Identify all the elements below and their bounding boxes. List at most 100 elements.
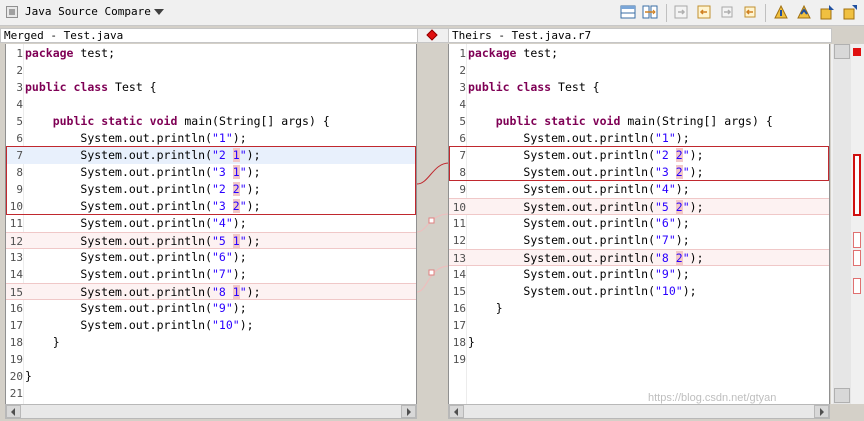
overview-change-marker[interactable] <box>853 278 861 294</box>
previous-change-icon[interactable] <box>842 4 859 21</box>
code-line[interactable]: 7 System.out.println("2 2"); <box>449 147 829 164</box>
code-line[interactable]: 10 System.out.println("5 2"); <box>449 198 829 215</box>
line-number: 11 <box>9 217 23 230</box>
line-number: 4 <box>16 98 23 111</box>
code-line[interactable]: 5 public static void main(String[] args)… <box>449 113 829 130</box>
overview-change-marker[interactable] <box>853 250 861 266</box>
next-difference-icon[interactable] <box>773 4 790 21</box>
code-line[interactable]: 15 System.out.println("8 1"); <box>6 283 416 300</box>
scroll-right-button[interactable] <box>401 405 416 418</box>
copy-all-right-to-left-icon[interactable] <box>696 4 713 21</box>
code-line[interactable]: 14 System.out.println("7"); <box>6 266 416 283</box>
scroll-up-button[interactable] <box>834 44 850 59</box>
line-number: 1 <box>16 47 23 60</box>
merged-pane-header: Merged - Test.java <box>0 28 418 43</box>
code-text: System.out.println("3 2"); <box>523 165 704 179</box>
line-number: 6 <box>16 132 23 145</box>
scroll-down-button[interactable] <box>834 388 850 403</box>
code-line[interactable]: 8 System.out.println("3 2"); <box>449 164 829 181</box>
line-number: 15 <box>452 285 466 298</box>
code-text: System.out.println("6"); <box>523 216 690 230</box>
line-number: 19 <box>9 353 23 366</box>
code-text: public class Test { <box>468 80 600 94</box>
code-line[interactable]: 10 System.out.println("3 2"); <box>6 198 416 215</box>
vertical-scrollbar[interactable] <box>831 44 864 404</box>
code-text: System.out.println("3 1"); <box>80 165 261 179</box>
code-line[interactable]: 13 System.out.println("8 2"); <box>449 249 829 266</box>
next-change-icon[interactable] <box>819 4 836 21</box>
theirs-horizontal-scrollbar[interactable] <box>448 404 830 419</box>
code-line[interactable]: 2 <box>449 62 829 79</box>
code-text: System.out.println("3 2"); <box>80 199 261 213</box>
merged-editor[interactable]: 1 package test; 2 3 public class Test {4 5 pu… <box>5 44 417 404</box>
line-number: 6 <box>459 132 466 145</box>
swap-sides-icon[interactable] <box>642 4 659 21</box>
code-line[interactable]: 9 System.out.println("2 2"); <box>6 181 416 198</box>
scroll-track[interactable] <box>833 44 851 404</box>
code-line[interactable]: 5 public static void main(String[] args)… <box>6 113 416 130</box>
code-text: System.out.println("4"); <box>523 182 690 196</box>
line-number: 16 <box>9 302 23 315</box>
code-line[interactable]: 19 <box>449 351 829 368</box>
copy-left-to-right-icon[interactable] <box>719 4 736 21</box>
overview-change-marker[interactable] <box>853 232 861 248</box>
line-number: 3 <box>16 81 23 94</box>
code-text: System.out.println("4"); <box>80 216 247 230</box>
chevron-down-icon[interactable] <box>154 9 164 15</box>
code-text: System.out.println("2 2"); <box>80 182 261 196</box>
code-line[interactable]: 12 System.out.println("7"); <box>449 232 829 249</box>
code-line[interactable]: 18 } <box>6 334 416 351</box>
theirs-editor[interactable]: 1 package test; 2 3 public class Test {4 5 pu… <box>448 44 830 404</box>
code-text: } <box>25 335 60 349</box>
code-line[interactable]: 12 System.out.println("5 1"); <box>6 232 416 249</box>
code-line[interactable]: 1 package test; <box>6 45 416 62</box>
merged-horizontal-scrollbar[interactable] <box>5 404 417 419</box>
code-line[interactable]: 4 <box>449 96 829 113</box>
code-line[interactable]: 19 <box>6 351 416 368</box>
code-line[interactable]: 15 System.out.println("10"); <box>449 283 829 300</box>
line-number: 16 <box>452 302 466 315</box>
copy-all-left-to-right-icon[interactable] <box>673 4 690 21</box>
code-line[interactable]: 6 System.out.println("1"); <box>449 130 829 147</box>
toolbar-separator <box>765 4 766 22</box>
line-number: 12 <box>452 234 466 247</box>
code-line[interactable]: 16 } <box>449 300 829 317</box>
code-line[interactable]: 21 <box>6 385 416 402</box>
line-number: 10 <box>452 201 466 214</box>
code-line[interactable]: 18} <box>449 334 829 351</box>
scroll-left-button[interactable] <box>449 405 464 418</box>
code-line[interactable]: 11 System.out.println("6"); <box>449 215 829 232</box>
scroll-left-button[interactable] <box>6 405 21 418</box>
theirs-pane-header: Theirs - Test.java.r7 <box>448 28 832 43</box>
code-line[interactable]: 16 System.out.println("9"); <box>6 300 416 317</box>
code-line[interactable]: 6 System.out.println("1"); <box>6 130 416 147</box>
line-number: 9 <box>16 183 23 196</box>
code-line[interactable]: 17 <box>449 317 829 334</box>
scroll-right-button[interactable] <box>814 405 829 418</box>
line-number: 15 <box>9 286 23 299</box>
code-line[interactable]: 3 public class Test { <box>449 79 829 96</box>
line-number: 13 <box>9 251 23 264</box>
code-line[interactable]: 8 System.out.println("3 1"); <box>6 164 416 181</box>
code-line[interactable]: 9 System.out.println("4"); <box>449 181 829 198</box>
code-text: System.out.println("2 2"); <box>523 148 704 162</box>
copy-right-to-left-icon[interactable] <box>742 4 759 21</box>
line-number: 14 <box>9 268 23 281</box>
code-line[interactable]: 4 <box>6 96 416 113</box>
code-line[interactable]: 13 System.out.println("6"); <box>6 249 416 266</box>
code-line[interactable]: 1 package test; <box>449 45 829 62</box>
layout-icon[interactable] <box>620 4 637 21</box>
overview-change-marker[interactable] <box>853 154 861 216</box>
code-line[interactable]: 11 System.out.println("4"); <box>6 215 416 232</box>
code-line[interactable]: 3 public class Test { <box>6 79 416 96</box>
code-line[interactable]: 17 System.out.println("10"); <box>6 317 416 334</box>
code-text: } <box>468 301 503 315</box>
previous-difference-icon[interactable] <box>796 4 813 21</box>
line-number: 11 <box>452 217 466 230</box>
code-text: package test; <box>25 46 116 60</box>
code-line[interactable]: 2 <box>6 62 416 79</box>
line-number: 8 <box>459 166 466 179</box>
code-line[interactable]: 14 System.out.println("9"); <box>449 266 829 283</box>
code-line[interactable]: 7 System.out.println("2 1"); <box>6 147 416 164</box>
code-line[interactable]: 20} <box>6 368 416 385</box>
